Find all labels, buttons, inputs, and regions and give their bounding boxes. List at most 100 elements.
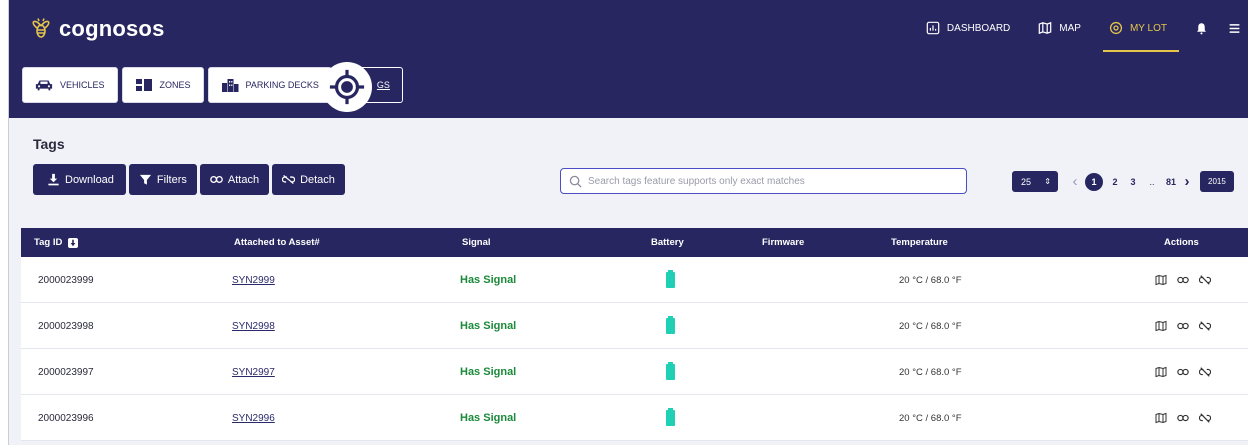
link-icon[interactable] (1177, 412, 1189, 424)
battery-full-icon (666, 362, 675, 380)
prev-page-icon[interactable]: ‹ (1068, 173, 1082, 190)
unlink-icon[interactable] (1199, 320, 1211, 332)
download-label: Download (65, 173, 114, 186)
search-input[interactable] (588, 175, 966, 187)
table-header: Tag ID Attached to Asset# Signal Battery… (21, 228, 1248, 257)
table-row: 2000023998 SYN2998 Has Signal 20 °C / 68… (21, 303, 1248, 349)
tags-table: Tag ID Attached to Asset# Signal Battery… (21, 228, 1248, 441)
search-icon (569, 175, 582, 188)
filters-label: Filters (156, 173, 187, 186)
tab-parking-decks[interactable]: PARKING DECKS (207, 67, 332, 103)
nav-dashboard[interactable]: DASHBOARD (926, 0, 1010, 56)
filter-icon (139, 174, 151, 185)
temperature-cell: 20 °C / 68.0 °F (899, 274, 962, 286)
temperature-cell: 20 °C / 68.0 °F (899, 366, 962, 378)
page-title: Tags (33, 136, 65, 152)
link-icon[interactable] (1177, 320, 1189, 332)
nav-map-label: MAP (1059, 22, 1081, 34)
signal-status: Has Signal (460, 274, 517, 286)
temperature-cell: 20 °C / 68.0 °F (899, 320, 962, 332)
table-row: 2000023996 SYN2996 Has Signal 20 °C / 68… (21, 395, 1248, 441)
page-1-button[interactable]: 1 (1085, 172, 1103, 191)
map-icon[interactable] (1155, 412, 1167, 424)
col-tag-id[interactable]: Tag ID (34, 228, 79, 257)
link-icon[interactable] (1177, 274, 1189, 286)
logo[interactable]: cognosos (29, 16, 165, 42)
temperature-cell: 20 °C / 68.0 °F (899, 412, 962, 424)
col-tag-id-label: Tag ID (34, 237, 63, 248)
tag-id-cell: 2000023996 (38, 412, 94, 424)
nav-my-lot[interactable]: MY LOT (1102, 0, 1180, 56)
page-2-button[interactable]: 2 (1106, 177, 1124, 187)
table-row: 2000023999 SYN2999 Has Signal 20 °C / 68… (21, 257, 1248, 303)
nav-map[interactable]: MAP (1038, 0, 1081, 56)
download-icon (48, 173, 59, 186)
map-icon[interactable] (1155, 274, 1167, 286)
tab-vehicles[interactable]: VEHICLES (22, 67, 118, 103)
page-size-select[interactable]: 25 ⇕ (1012, 171, 1058, 192)
battery-full-icon (666, 316, 675, 334)
page-size-value: 25 (1021, 176, 1032, 187)
tab-zones-label: ZONES (159, 80, 191, 90)
asset-link[interactable]: SYN2998 (232, 321, 275, 332)
tag-id-cell: 2000023997 (38, 366, 94, 378)
page-last-button[interactable]: 81 (1162, 177, 1180, 187)
filters-button[interactable]: Filters (128, 164, 197, 195)
unlink-icon (282, 174, 296, 185)
col-asset: Attached to Asset# (234, 237, 320, 248)
menu-button[interactable] (1228, 22, 1241, 35)
nav-my-lot-label: MY LOT (1129, 22, 1167, 34)
header-bar: cognosos DASHBOARD MAP MY LOT VEHICLES Z… (9, 0, 1248, 118)
top-nav: DASHBOARD MAP MY LOT (926, 0, 1248, 56)
tab-vehicles-label: VEHICLES (60, 80, 105, 90)
search-box[interactable] (560, 168, 967, 194)
tab-parking-decks-label: PARKING DECKS (245, 80, 319, 90)
unlink-icon[interactable] (1199, 412, 1211, 424)
asset-link[interactable]: SYN2999 (232, 275, 275, 286)
col-actions: Actions (1164, 237, 1199, 248)
bell-icon (1197, 22, 1206, 34)
unlink-icon[interactable] (1199, 274, 1211, 286)
zones-icon (135, 79, 152, 91)
link-icon (210, 176, 223, 183)
notifications-button[interactable] (1195, 22, 1208, 35)
target-icon (329, 69, 365, 105)
col-battery: Battery (651, 237, 684, 248)
total-count-badge[interactable]: 2015 (1200, 171, 1234, 192)
col-signal: Signal (462, 237, 491, 248)
battery-full-icon (666, 270, 675, 288)
signal-status: Has Signal (460, 320, 517, 332)
attach-button[interactable]: Attach (199, 164, 270, 195)
select-arrows-icon: ⇕ (1044, 177, 1051, 186)
sort-down-icon[interactable] (68, 237, 79, 248)
pagination-ellipsis: .. (1149, 176, 1155, 187)
tab-tags-label: GS (376, 80, 390, 90)
link-icon[interactable] (1177, 366, 1189, 378)
next-page-icon[interactable]: › (1180, 173, 1194, 190)
pagination: 25 ⇕ ‹ 1 2 3 .. 81 › 2015 (1012, 171, 1234, 192)
app-name: cognosos (59, 16, 165, 41)
dashboard-icon (926, 21, 940, 35)
table-row: 2000023997 SYN2997 Has Signal 20 °C / 68… (21, 349, 1248, 395)
app-frame: cognosos DASHBOARD MAP MY LOT VEHICLES Z… (8, 0, 1248, 445)
tag-actions-toolbar: Download Filters Attach Detach (33, 164, 345, 195)
page-3-button[interactable]: 3 (1124, 177, 1142, 187)
tab-zones[interactable]: ZONES (121, 67, 204, 103)
asset-link[interactable]: SYN2996 (232, 413, 275, 424)
asset-link[interactable]: SYN2997 (232, 367, 275, 378)
tag-id-cell: 2000023998 (38, 320, 94, 332)
download-button[interactable]: Download (33, 164, 126, 195)
battery-full-icon (666, 408, 675, 426)
hamburger-menu-icon (1229, 23, 1240, 33)
map-icon[interactable] (1155, 366, 1167, 378)
signal-status: Has Signal (460, 412, 517, 424)
bee-logo-icon (32, 18, 50, 38)
location-pin-icon (1109, 21, 1123, 35)
tag-id-cell: 2000023999 (38, 274, 94, 286)
map-icon (1038, 21, 1052, 35)
unlink-icon[interactable] (1199, 366, 1211, 378)
map-icon[interactable] (1155, 320, 1167, 332)
attach-label: Attach (227, 173, 260, 186)
detach-button[interactable]: Detach (272, 164, 345, 195)
col-firmware: Firmware (762, 237, 805, 248)
